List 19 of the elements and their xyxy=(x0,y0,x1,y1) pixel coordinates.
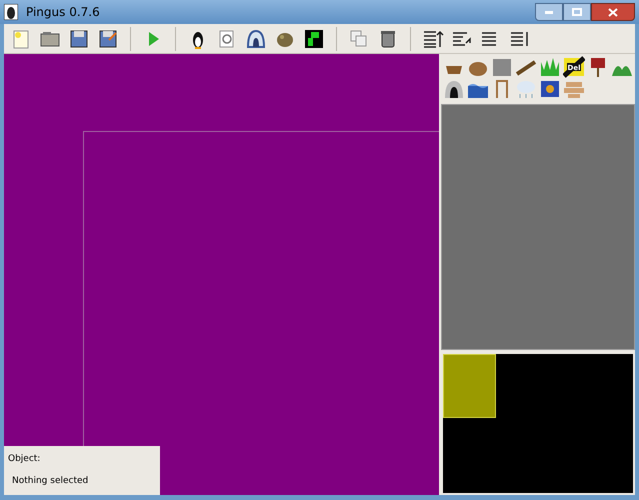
close-button[interactable] xyxy=(591,3,635,21)
painting-icon[interactable] xyxy=(539,78,561,100)
minimap[interactable] xyxy=(441,352,635,495)
stone-block-icon[interactable] xyxy=(491,56,513,78)
floppy-disk-pencil-icon[interactable] xyxy=(97,28,119,50)
maximize-button[interactable] xyxy=(563,3,591,21)
level-canvas[interactable]: Object: Nothing selected xyxy=(4,54,441,495)
monitor-screen-icon[interactable] xyxy=(303,28,325,50)
maximize-icon xyxy=(572,8,582,16)
close-icon xyxy=(608,8,618,16)
penguin-app-icon xyxy=(4,4,18,20)
minimize-button[interactable] xyxy=(535,3,563,21)
minimize-icon xyxy=(545,10,553,14)
window-title: Pingus 0.7.6 xyxy=(26,4,100,21)
minimap-viewport xyxy=(443,354,496,418)
ice-cave-icon[interactable] xyxy=(245,28,267,50)
object-status: Nothing selected xyxy=(11,474,90,488)
cave-icon[interactable] xyxy=(443,78,465,100)
object-label: Object: xyxy=(8,453,42,466)
